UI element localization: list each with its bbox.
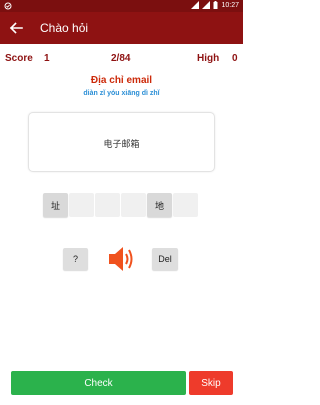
speaker-icon[interactable] bbox=[108, 244, 136, 274]
answer-slot[interactable]: 地 bbox=[147, 193, 172, 217]
app-bar: Chào hỏi bbox=[0, 12, 243, 44]
answer-slot[interactable] bbox=[69, 193, 94, 217]
signal-icon-2 bbox=[202, 1, 211, 9]
high-value: 0 bbox=[232, 53, 238, 64]
hanzi-text: 电子邮箱 bbox=[103, 139, 140, 149]
check-button[interactable]: Check bbox=[11, 371, 186, 395]
app-title: Chào hỏi bbox=[40, 21, 89, 35]
answer-slot[interactable]: 址 bbox=[43, 193, 68, 217]
answer-slots: 址 地 bbox=[43, 193, 198, 217]
vocabulary-word: Địa chỉ email bbox=[90, 75, 153, 86]
score-label: Score bbox=[5, 53, 33, 64]
back-arrow-icon[interactable] bbox=[8, 20, 24, 36]
skip-button[interactable]: Skip bbox=[189, 371, 233, 395]
question-card: 电子邮箱 bbox=[28, 112, 215, 172]
answer-slot[interactable] bbox=[95, 193, 120, 217]
status-time: 10:27 bbox=[221, 1, 239, 9]
signal-icon bbox=[191, 1, 200, 9]
status-bar: 10:27 bbox=[0, 0, 243, 12]
hint-button[interactable]: ? bbox=[63, 248, 88, 270]
high-label: High bbox=[197, 53, 220, 64]
battery-icon bbox=[213, 1, 218, 9]
score-row: Score 1 2/84 High 0 bbox=[0, 53, 243, 67]
answer-slot[interactable] bbox=[173, 193, 198, 217]
score-value: 1 bbox=[44, 53, 50, 64]
delete-button[interactable]: Del bbox=[152, 248, 178, 270]
progress-counter: 2/84 bbox=[111, 53, 131, 64]
notification-icon bbox=[4, 2, 12, 10]
answer-slot[interactable] bbox=[121, 193, 146, 217]
pinyin-text: diàn zǐ yóu xiāng dì zhǐ bbox=[83, 90, 160, 97]
